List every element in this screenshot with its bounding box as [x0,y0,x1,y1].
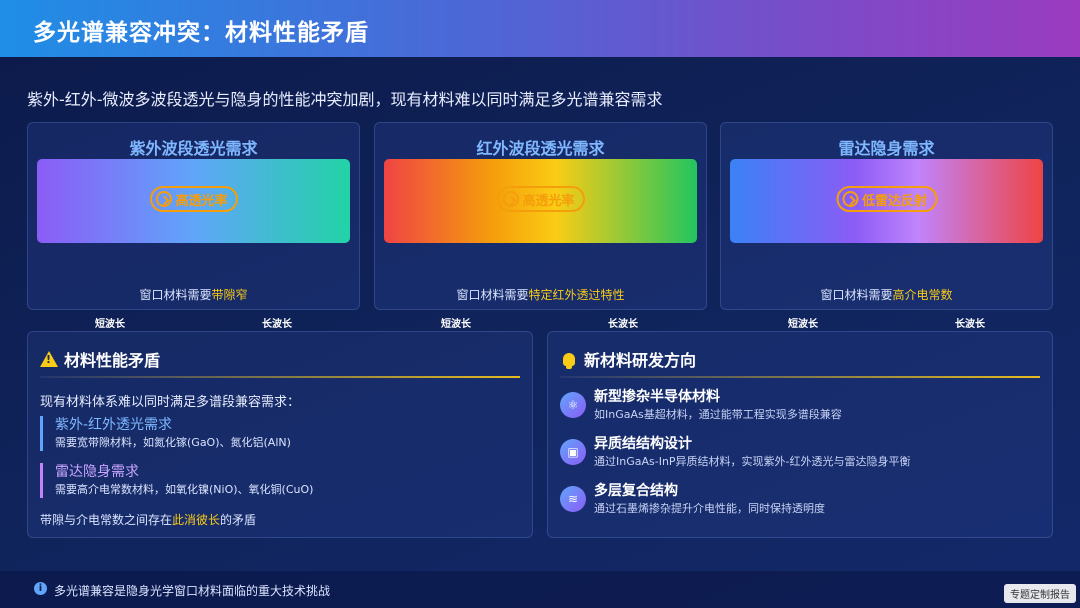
direction-item-desc: 通过InGaAs-InP异质结材料，实现紫外-红外透光与雷达隐身平衡 [594,455,911,468]
lightbulb-icon [563,352,575,369]
ir-spectrum-bar: 高透光率 [384,159,697,243]
direction-item-title: 异质结结构设计 [594,436,692,452]
arrow-right-icon [841,191,858,207]
radar-card-title: 雷达隐身需求 [838,139,935,158]
ir-short-label: 短波长 [441,319,471,330]
direction-item-title: 新型掺杂半导体材料 [594,389,720,405]
radar-note-highlight: 高介电常数 [892,288,953,302]
uv-long-label: 长波长 [262,319,292,330]
direction-item-desc: 如InGaAs基超材料，通过能带工程实现多谱段兼容 [594,408,842,421]
summary-highlight: 此消彼长 [172,513,221,527]
direction-divider [560,376,1040,378]
ir-note: 窗口材料需要特定红外透过特性 [375,286,706,303]
direction-panel-title: 新材料研发方向 [584,351,697,370]
page-subtitle: 紫外-红外-微波多波段透光与隐身的性能冲突加剧，现有材料难以同时满足多光谱兼容需… [27,90,663,109]
ir-note-highlight: 特定红外透过特性 [528,288,625,302]
uv-badge-label: 高透光率 [175,193,228,209]
watermark-badge: 专题定制报告 [1004,584,1076,603]
direction-item-multilayer: ≋ 多层复合结构 通过石墨烯掺杂提升介电性能，同时保持透明度 [560,482,825,517]
radar-short-label: 短波长 [788,319,818,330]
arrow-right-icon [155,191,172,207]
uv-short-label: 短波长 [95,319,125,330]
direction-item-doped: ⚛ 新型掺杂半导体材料 如InGaAs基超材料，通过能带工程实现多谱段兼容 [560,388,842,423]
summary-suffix: 的矛盾 [220,513,257,527]
radar-badge-label: 低雷达反射 [861,193,928,209]
summary-prefix: 带隙与介电常数之间存在 [40,513,173,527]
uv-note-prefix: 窗口材料需要 [139,288,212,302]
radar-note: 窗口材料需要高介电常数 [721,286,1052,303]
ir-badge: 高透光率 [496,186,585,212]
radar-long-label: 长波长 [955,319,985,330]
uv-note-highlight: 带隙窄 [211,288,248,302]
radar-card: 雷达隐身需求 低雷达反射 窗口材料需要高介电常数 [720,122,1053,310]
conflict-panel-title: 材料性能矛盾 [64,351,161,370]
layers-icon: ≋ [560,486,586,512]
ir-note-prefix: 窗口材料需要 [456,288,529,302]
warning-icon [40,351,58,367]
conflict-divider [40,376,520,378]
ir-card-title: 红外波段透光需求 [476,139,605,158]
conflict-item-title: 紫外-红外透光需求 [55,417,173,433]
atom-icon: ⚛ [560,392,586,418]
conflict-item-title: 雷达隐身需求 [55,464,139,480]
page-title: 多光谱兼容冲突：材料性能矛盾 [33,20,369,46]
ir-long-label: 长波长 [608,319,638,330]
footer-text: 多光谱兼容是隐身光学窗口材料面临的重大技术挑战 [54,584,331,598]
footer-bar: i 多光谱兼容是隐身光学窗口材料面临的重大技术挑战 专题定制报告 [0,571,1080,608]
conflict-summary: 带隙与介电常数之间存在此消彼长的矛盾 [40,511,256,528]
conflict-item-radar: 雷达隐身需求 需要高介电常数材料，如氧化镍(NiO)、氧化铜(CuO) [40,463,313,498]
arrow-right-icon [502,191,519,207]
direction-item-desc: 通过石墨烯掺杂提升介电性能，同时保持透明度 [594,502,825,515]
conflict-item-desc: 需要宽带隙材料，如氮化镓(GaO)、氮化铝(AlN) [55,436,291,449]
uv-spectrum-bar: 高透光率 [37,159,350,243]
ir-badge-label: 高透光率 [522,193,575,209]
uv-card: 紫外波段透光需求 高透光率 窗口材料需要带隙窄 [27,122,360,310]
radar-note-prefix: 窗口材料需要 [820,288,893,302]
uv-badge: 高透光率 [149,186,238,212]
info-icon: i [34,582,47,595]
direction-panel: 新材料研发方向 ⚛ 新型掺杂半导体材料 如InGaAs基超材料，通过能带工程实现… [547,331,1053,538]
chip-icon: ▣ [560,439,586,465]
conflict-intro: 现有材料体系难以同时满足多谱段兼容需求： [40,395,301,410]
radar-spectrum-bar: 低雷达反射 [730,159,1043,243]
uv-note: 窗口材料需要带隙窄 [28,286,359,303]
uv-card-title: 紫外波段透光需求 [129,139,258,158]
conflict-panel-header: 材料性能矛盾 [40,347,160,371]
conflict-item-desc: 需要高介电常数材料，如氧化镍(NiO)、氧化铜(CuO) [55,483,314,496]
ir-card: 红外波段透光需求 高透光率 窗口材料需要特定红外透过特性 [374,122,707,310]
conflict-item-uv-ir: 紫外-红外透光需求 需要宽带隙材料，如氮化镓(GaO)、氮化铝(AlN) [40,416,291,451]
radar-badge: 低雷达反射 [835,186,938,212]
header-bar: 多光谱兼容冲突：材料性能矛盾 [0,0,1080,57]
direction-panel-header: 新材料研发方向 [560,347,696,371]
direction-item-heterojunction: ▣ 异质结结构设计 通过InGaAs-InP异质结材料，实现紫外-红外透光与雷达… [560,435,911,470]
direction-item-title: 多层复合结构 [594,483,678,499]
conflict-panel: 材料性能矛盾 现有材料体系难以同时满足多谱段兼容需求： 紫外-红外透光需求 需要… [27,331,533,538]
